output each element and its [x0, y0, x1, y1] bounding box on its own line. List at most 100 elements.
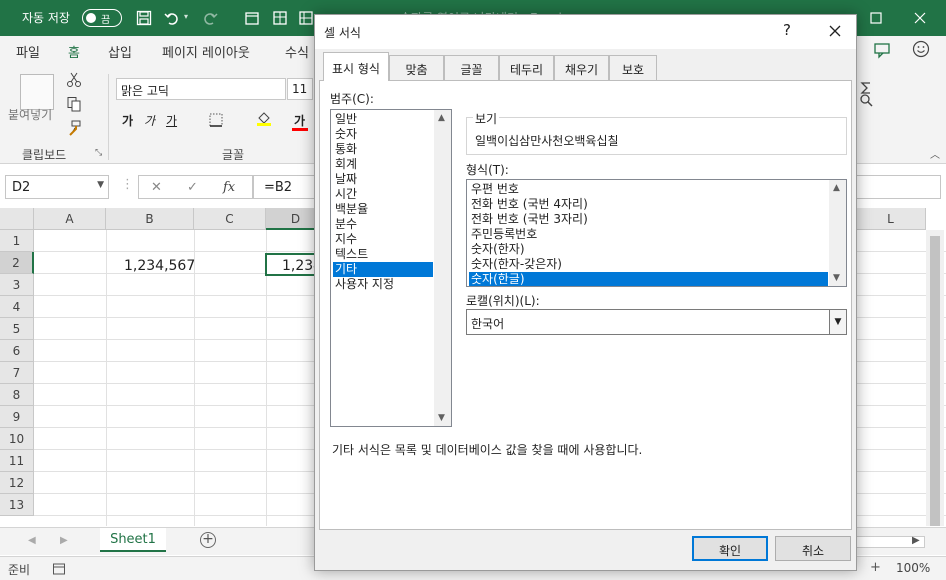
comments-icon[interactable] [872, 41, 892, 59]
tab-number[interactable]: 표시 형식 [323, 52, 389, 81]
row-header[interactable]: 11 [0, 450, 34, 472]
row-header[interactable]: 2 [0, 252, 34, 274]
row-header[interactable]: 1 [0, 230, 34, 252]
scroll-down-icon[interactable]: ▼ [833, 273, 840, 283]
category-item[interactable]: 백분율 [333, 202, 433, 217]
type-list[interactable]: 우편 번호 전화 번호 (국번 4자리) 전화 번호 (국번 3자리) 주민등록번호 숫… [466, 179, 847, 287]
row-header[interactable]: 9 [0, 406, 34, 428]
sheet-prev-icon[interactable]: ◀ [28, 535, 36, 546]
scroll-up-icon[interactable]: ▲ [438, 113, 445, 123]
window-close-icon[interactable] [910, 8, 930, 28]
borders-icon[interactable] [208, 112, 224, 128]
save-icon[interactable] [136, 10, 152, 26]
type-item[interactable]: 주민등록번호 [469, 227, 828, 242]
column-header-l[interactable]: L [856, 208, 926, 230]
category-item[interactable]: 지수 [333, 232, 433, 247]
tab-fill[interactable]: 채우기 [554, 55, 609, 80]
tab-formulas[interactable]: 수식 [285, 42, 309, 61]
sheet-tab-sheet1[interactable]: Sheet1 [100, 528, 166, 552]
scroll-up-icon[interactable]: ▲ [833, 183, 840, 193]
feedback-smiley-icon[interactable] [912, 40, 930, 58]
tab-home[interactable]: 홈 [66, 42, 82, 67]
column-header-a[interactable]: A [34, 208, 106, 230]
maximize-icon[interactable] [866, 8, 886, 28]
name-box[interactable]: D2 ▼ [5, 175, 109, 199]
type-scrollbar[interactable]: ▲ ▼ [829, 180, 846, 286]
cell-b2[interactable]: 1,234,567 [124, 258, 195, 274]
fill-color-icon[interactable] [256, 110, 272, 126]
vertical-scroll-thumb[interactable] [930, 236, 940, 526]
table-icon[interactable] [272, 10, 288, 26]
tab-border[interactable]: 테두리 [499, 55, 554, 80]
column-header-c[interactable]: C [194, 208, 266, 230]
cut-icon[interactable] [66, 72, 82, 88]
scroll-down-icon[interactable]: ▼ [438, 413, 445, 423]
category-item[interactable]: 사용자 지정 [333, 277, 433, 292]
zoom-level[interactable]: 100% [896, 561, 930, 575]
italic-button[interactable]: 가 [144, 112, 155, 129]
row-header[interactable]: 6 [0, 340, 34, 362]
category-item[interactable]: 날짜 [333, 172, 433, 187]
select-all-corner[interactable] [0, 208, 34, 230]
row-header[interactable]: 10 [0, 428, 34, 450]
zoom-in-icon[interactable]: + [870, 560, 881, 575]
tab-protection[interactable]: 보호 [609, 55, 657, 80]
category-item[interactable]: 숫자 [333, 127, 433, 142]
category-item[interactable]: 통화 [333, 142, 433, 157]
row-header[interactable]: 12 [0, 472, 34, 494]
row-header[interactable]: 3 [0, 274, 34, 296]
category-item[interactable]: 시간 [333, 187, 433, 202]
find-icon[interactable] [858, 92, 874, 108]
macro-record-icon[interactable] [52, 562, 66, 576]
column-header-b[interactable]: B [106, 208, 194, 230]
paste-label[interactable]: 붙여넣기 [8, 106, 52, 123]
type-item[interactable]: 우편 번호 [469, 182, 828, 197]
cancel-entry-icon[interactable]: ✕ [151, 180, 162, 195]
sheet-next-icon[interactable]: ▶ [60, 535, 68, 546]
row-header[interactable]: 7 [0, 362, 34, 384]
bold-button[interactable]: 가 [122, 112, 133, 129]
tab-file[interactable]: 파일 [16, 42, 40, 61]
underline-button[interactable]: 가 [166, 112, 177, 129]
tab-font[interactable]: 글꼴 [444, 55, 499, 80]
font-name-field[interactable]: 맑은 고딕 [116, 78, 286, 100]
ok-button[interactable]: 확인 [692, 536, 768, 561]
redo-icon[interactable] [202, 10, 218, 26]
add-sheet-icon[interactable]: + [200, 532, 216, 548]
category-item[interactable]: 일반 [333, 112, 433, 127]
category-scrollbar[interactable]: ▲ ▼ [434, 110, 451, 426]
chevron-down-icon[interactable]: ▼ [829, 310, 846, 334]
form-icon[interactable] [244, 10, 260, 26]
confirm-entry-icon[interactable]: ✓ [187, 180, 198, 195]
undo-dropdown-icon[interactable]: ▾ [184, 12, 188, 21]
autosave-toggle[interactable]: 끔 [82, 9, 122, 27]
category-list[interactable]: 일반 숫자 통화 회계 날짜 시간 백분율 분수 지수 텍스트 기타 사용자 지정 ▲ ▼ [330, 109, 452, 427]
scroll-right-icon[interactable]: ▶ [912, 535, 920, 546]
category-item[interactable]: 기타 [333, 262, 433, 277]
type-item[interactable]: 전화 번호 (국번 4자리) [469, 197, 828, 212]
vertical-scrollbar[interactable] [926, 230, 944, 526]
tab-alignment[interactable]: 맞춤 [389, 55, 444, 80]
locale-select[interactable]: 한국어 ▼ [466, 309, 847, 335]
type-item[interactable]: 숫자(한자) [469, 242, 828, 257]
cancel-button[interactable]: 취소 [775, 536, 851, 561]
paste-icon[interactable] [20, 74, 54, 110]
row-header[interactable]: 13 [0, 494, 34, 516]
category-item[interactable]: 분수 [333, 217, 433, 232]
tab-page-layout[interactable]: 페이지 레이아웃 [162, 42, 250, 61]
font-size-field[interactable]: 11 [287, 78, 313, 100]
grid-icon[interactable] [298, 10, 314, 26]
category-item[interactable]: 회계 [333, 157, 433, 172]
dialog-close-icon[interactable] [823, 20, 847, 42]
name-box-dropdown-icon[interactable]: ▼ [97, 180, 104, 190]
row-header[interactable]: 8 [0, 384, 34, 406]
copy-icon[interactable] [66, 96, 82, 112]
row-header[interactable]: 5 [0, 318, 34, 340]
type-item[interactable]: 숫자(한자-갖은자) [469, 257, 828, 272]
type-item[interactable]: 전화 번호 (국번 3자리) [469, 212, 828, 227]
clipboard-launcher-icon[interactable]: ⤡ [95, 148, 102, 158]
tab-insert[interactable]: 삽입 [108, 42, 132, 61]
row-header[interactable]: 4 [0, 296, 34, 318]
collapse-ribbon-icon[interactable]: ︿ [930, 146, 940, 161]
help-button[interactable]: ? [783, 21, 791, 39]
